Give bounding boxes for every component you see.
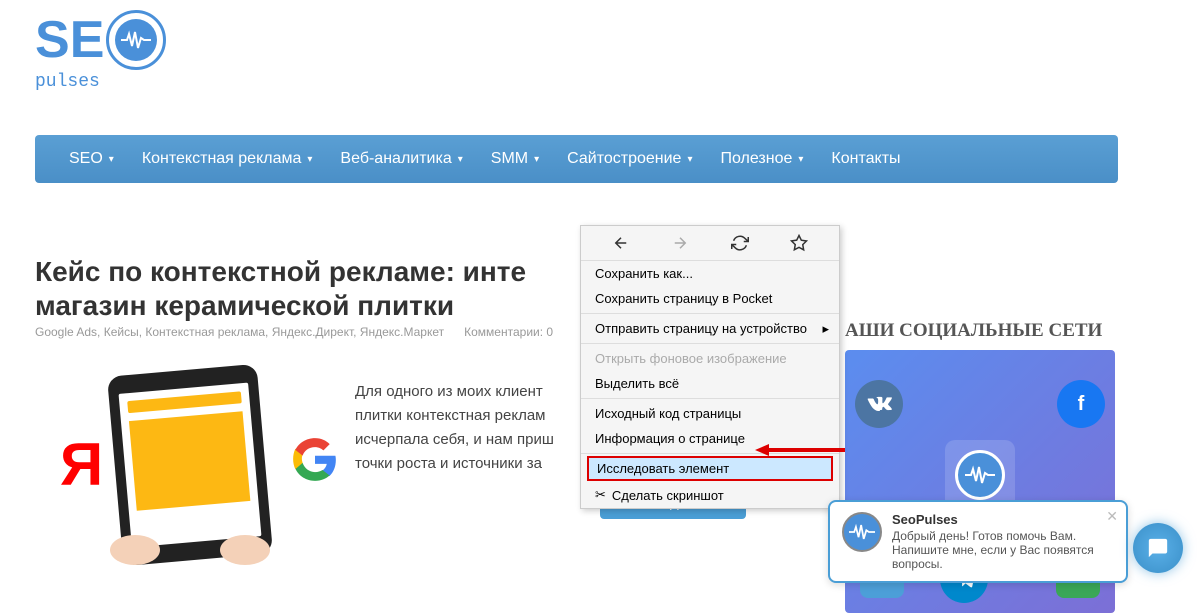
ctx-save-as[interactable]: Сохранить как... [581, 261, 839, 286]
facebook-icon[interactable]: f [1057, 380, 1105, 428]
ctx-select-all[interactable]: Выделить всё [581, 371, 839, 396]
article-meta: Google Ads, Кейсы, Контекстная реклама, … [35, 325, 553, 339]
article-categories[interactable]: Google Ads, Кейсы, Контекстная реклама, … [35, 325, 444, 339]
google-icon [290, 435, 340, 485]
logo-subtitle: pulses [35, 72, 100, 92]
main-navbar: SEO▾ Контекстная реклама▾ Веб-аналитика▾… [35, 135, 1118, 183]
hands-illustration [105, 525, 275, 565]
article-featured-image: Я [60, 360, 340, 560]
context-menu-toolbar [581, 226, 839, 261]
vk-icon[interactable] [855, 380, 903, 428]
ctx-view-source[interactable]: Исходный код страницы [581, 401, 839, 426]
article-comments[interactable]: Комментарии: 0 [464, 325, 553, 339]
bookmark-icon[interactable] [790, 234, 808, 252]
nav-site-building[interactable]: Сайтостроение▾ [553, 150, 706, 168]
article-excerpt: Для одного из моих клиент плитки контекс… [355, 380, 585, 476]
chevron-down-icon: ▾ [687, 154, 692, 165]
chat-launcher-button[interactable] [1133, 523, 1183, 573]
ctx-take-screenshot[interactable]: ✂ Сделать скриншот [581, 482, 839, 508]
ctx-send-to-device[interactable]: Отправить страницу на устройство▸ [581, 316, 839, 341]
divider [581, 313, 839, 314]
chevron-down-icon: ▾ [109, 154, 114, 165]
scissors-icon: ✂ [595, 487, 606, 503]
chevron-down-icon: ▾ [534, 154, 539, 165]
red-arrow-annotation [755, 442, 845, 458]
logo-pulse-icon [106, 10, 166, 70]
close-icon[interactable]: ✕ [1106, 508, 1118, 525]
back-icon[interactable] [612, 234, 630, 252]
ctx-inspect-element[interactable]: Исследовать элемент [587, 456, 833, 481]
nav-smm[interactable]: SMM▾ [477, 150, 553, 168]
divider [581, 343, 839, 344]
chevron-right-icon: ▸ [822, 321, 829, 337]
logo-letter-s: S [35, 10, 70, 70]
article-title[interactable]: Кейс по контекстной рекламе: инте магази… [35, 255, 575, 322]
nav-useful[interactable]: Полезное▾ [706, 150, 817, 168]
reload-icon[interactable] [731, 234, 749, 252]
chevron-down-icon: ▾ [458, 154, 463, 165]
yandex-icon: Я [60, 430, 103, 499]
ctx-save-pocket[interactable]: Сохранить страницу в Pocket [581, 286, 839, 311]
logo-letter-e: E [70, 10, 105, 70]
site-logo[interactable]: S E [35, 10, 166, 70]
sidebar-social-title: АШИ СОЦИАЛЬНЫЕ СЕТИ [845, 320, 1102, 342]
nav-context-ads[interactable]: Контекстная реклама▾ [128, 150, 327, 168]
chat-avatar [842, 512, 882, 552]
nav-seo[interactable]: SEO▾ [55, 150, 128, 168]
chat-title: SeoPulses [892, 512, 1114, 527]
chat-popup: ✕ SeoPulses Добрый день! Готов помочь Ва… [828, 500, 1128, 583]
chevron-down-icon: ▾ [307, 154, 312, 165]
chevron-down-icon: ▾ [798, 154, 803, 165]
chat-message: Добрый день! Готов помочь Вам. Напишите … [892, 529, 1114, 571]
divider [581, 398, 839, 399]
ctx-open-bg-image: Открыть фоновое изображение [581, 346, 839, 371]
forward-icon[interactable] [671, 234, 689, 252]
nav-contacts[interactable]: Контакты [817, 150, 914, 168]
nav-web-analytics[interactable]: Веб-аналитика▾ [326, 150, 476, 168]
browser-context-menu: Сохранить как... Сохранить страницу в Po… [580, 225, 840, 509]
